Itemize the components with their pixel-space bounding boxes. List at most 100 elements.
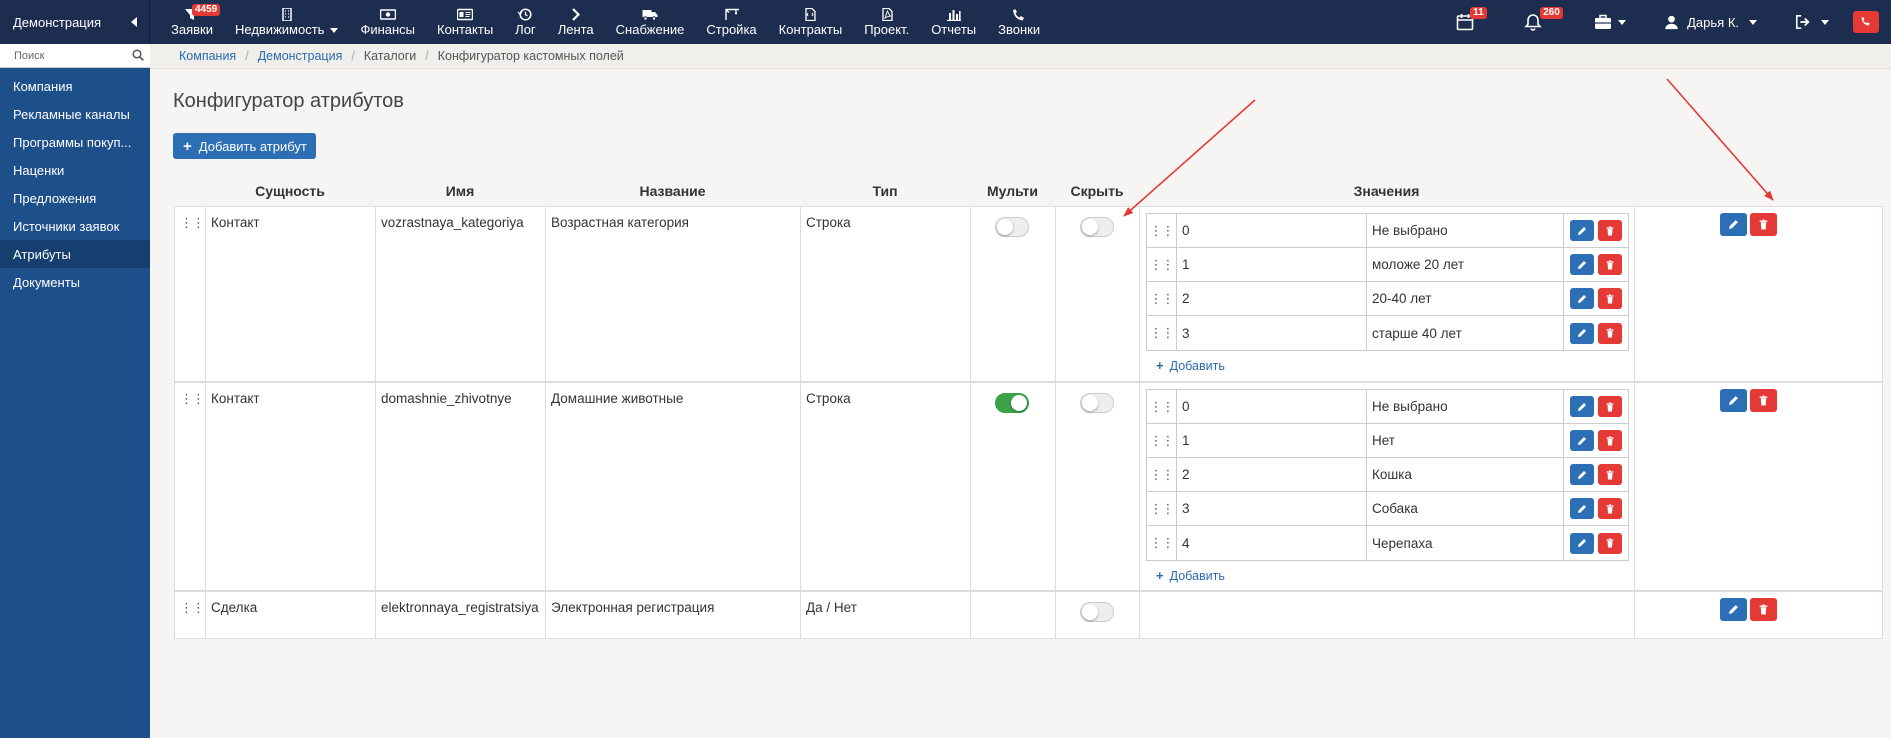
edit-attribute-button[interactable]	[1719, 598, 1747, 621]
drag-handle[interactable]: ⋮⋮	[1147, 248, 1177, 281]
drag-handle[interactable]: ⋮⋮	[1147, 316, 1177, 350]
multi-toggle[interactable]	[995, 393, 1029, 413]
drag-handle[interactable]: ⋮⋮	[1147, 390, 1177, 423]
value-key: 1	[1177, 424, 1367, 457]
edit-value-button[interactable]	[1570, 396, 1594, 417]
sidebar-item-markups[interactable]: Наценки	[0, 156, 150, 184]
nav-contacts[interactable]: Контакты	[426, 0, 504, 44]
delete-value-button[interactable]	[1598, 396, 1622, 417]
delete-value-button[interactable]	[1598, 322, 1622, 344]
value-row: ⋮⋮ 1 Нет	[1147, 424, 1628, 458]
drag-handle[interactable]: ⋮⋮	[175, 592, 206, 638]
tasks-menu[interactable]	[1578, 0, 1642, 44]
add-value-link[interactable]: + Добавить	[1156, 568, 1225, 583]
nav-construction[interactable]: Стройка	[695, 0, 767, 44]
cell-name: vozrastnaya_kategoriya	[376, 207, 546, 381]
delete-value-button[interactable]	[1598, 288, 1622, 309]
nav-calls[interactable]: Звонки	[987, 0, 1051, 44]
value-label: Черепаха	[1367, 526, 1564, 560]
edit-attribute-button[interactable]	[1719, 389, 1747, 412]
sidebar-item-company[interactable]: Компания	[0, 72, 150, 100]
call-button[interactable]	[1853, 11, 1879, 33]
delete-value-button[interactable]	[1598, 220, 1622, 241]
edit-value-button[interactable]	[1570, 254, 1594, 275]
hide-toggle[interactable]	[1080, 393, 1114, 413]
delete-value-button[interactable]	[1598, 430, 1622, 451]
sidebar-item-request-sources[interactable]: Источники заявок	[0, 212, 150, 240]
nav-reports[interactable]: Отчеты	[920, 0, 987, 44]
trash-icon	[1759, 604, 1767, 615]
calendar-button[interactable]: 11	[1440, 0, 1490, 44]
cell-entity: Контакт	[206, 207, 376, 381]
delete-value-button[interactable]	[1598, 254, 1622, 275]
drag-handle[interactable]: ⋮⋮	[1147, 214, 1177, 247]
delete-value-button[interactable]	[1598, 532, 1622, 554]
edit-value-button[interactable]	[1570, 464, 1594, 485]
add-attribute-button[interactable]: + Добавить атрибут	[173, 133, 316, 159]
sidebar-item-purchase-programs[interactable]: Программы покуп...	[0, 128, 150, 156]
sidebar-search-input[interactable]	[14, 49, 124, 62]
nav-contracts[interactable]: Контракты	[768, 0, 854, 44]
delete-attribute-button[interactable]	[1749, 389, 1777, 412]
drag-handle[interactable]: ⋮⋮	[175, 383, 206, 590]
grip-icon: ⋮⋮	[1149, 325, 1175, 340]
trash-icon	[1759, 219, 1767, 230]
cell-name: domashnie_zhivotnye	[376, 383, 546, 590]
nav-finance[interactable]: Финансы	[349, 0, 426, 44]
nav-projects[interactable]: Проект.	[853, 0, 920, 44]
edit-value-button[interactable]	[1570, 220, 1594, 241]
cell-name: elektronnaya_registratsiya	[376, 592, 546, 638]
drag-handle[interactable]: ⋮⋮	[1147, 526, 1177, 560]
edit-value-button[interactable]	[1570, 532, 1594, 554]
search-icon[interactable]	[132, 48, 144, 64]
nav-feed[interactable]: Лента	[547, 0, 605, 44]
edit-value-button[interactable]	[1570, 288, 1594, 309]
delete-value-button[interactable]	[1598, 464, 1622, 485]
pencil-icon	[1578, 504, 1586, 513]
sidebar-item-offers[interactable]: Предложения	[0, 184, 150, 212]
hide-toggle[interactable]	[1080, 217, 1114, 237]
logout-menu[interactable]	[1779, 0, 1845, 44]
trash-icon	[1606, 225, 1614, 235]
brand-menu[interactable]: Демонстрация	[0, 0, 150, 44]
sidebar-item-ad-channels[interactable]: Рекламные каналы	[0, 100, 150, 128]
sidebar-item-attributes[interactable]: Атрибуты	[0, 240, 150, 268]
delete-attribute-button[interactable]	[1749, 598, 1777, 621]
add-value-link[interactable]: + Добавить	[1156, 358, 1225, 373]
edit-value-button[interactable]	[1570, 498, 1594, 519]
nav-supply[interactable]: Снабжение	[605, 0, 696, 44]
chevron-down-icon	[1821, 19, 1829, 25]
edit-value-button[interactable]	[1570, 322, 1594, 344]
edit-attribute-button[interactable]	[1719, 213, 1747, 236]
sidebar-item-documents[interactable]: Документы	[0, 268, 150, 296]
breadcrumb-company[interactable]: Компания	[179, 49, 236, 63]
pencil-icon	[1728, 220, 1738, 229]
notifications-button[interactable]: 260	[1508, 0, 1563, 44]
multi-toggle[interactable]	[995, 217, 1029, 237]
calendar-badge: 11	[1470, 7, 1487, 19]
drag-handle[interactable]: ⋮⋮	[1147, 282, 1177, 315]
chevron-down-icon	[1749, 19, 1757, 25]
drag-handle[interactable]: ⋮⋮	[175, 207, 206, 381]
nav-construction-label: Стройка	[706, 21, 757, 37]
nav-realty[interactable]: Недвижимость	[224, 0, 349, 44]
table-row: ⋮⋮ Контакт vozrastnaya_kategoriya Возрас…	[174, 206, 1883, 382]
sidebar: Компания Рекламные каналы Программы поку…	[0, 44, 150, 738]
drag-handle[interactable]: ⋮⋮	[1147, 424, 1177, 457]
user-menu[interactable]: Дарья К.	[1648, 0, 1773, 44]
delete-value-button[interactable]	[1598, 498, 1622, 519]
breadcrumb-demo[interactable]: Демонстрация	[258, 49, 343, 63]
delete-attribute-button[interactable]	[1749, 213, 1777, 236]
pencil-icon	[1728, 396, 1738, 405]
nav-log[interactable]: Лог	[504, 0, 547, 44]
nav-requests[interactable]: Заявки 4459	[160, 0, 224, 44]
grip-icon: ⋮⋮	[1149, 535, 1175, 550]
hide-toggle[interactable]	[1080, 602, 1114, 622]
drag-handle[interactable]: ⋮⋮	[1147, 458, 1177, 491]
row-actions	[1718, 213, 1778, 236]
cell-hide	[1056, 207, 1140, 381]
collapse-sidebar-icon[interactable]	[131, 17, 137, 27]
drag-handle[interactable]: ⋮⋮	[1147, 492, 1177, 525]
value-label: старше 40 лет	[1367, 316, 1564, 350]
edit-value-button[interactable]	[1570, 430, 1594, 451]
